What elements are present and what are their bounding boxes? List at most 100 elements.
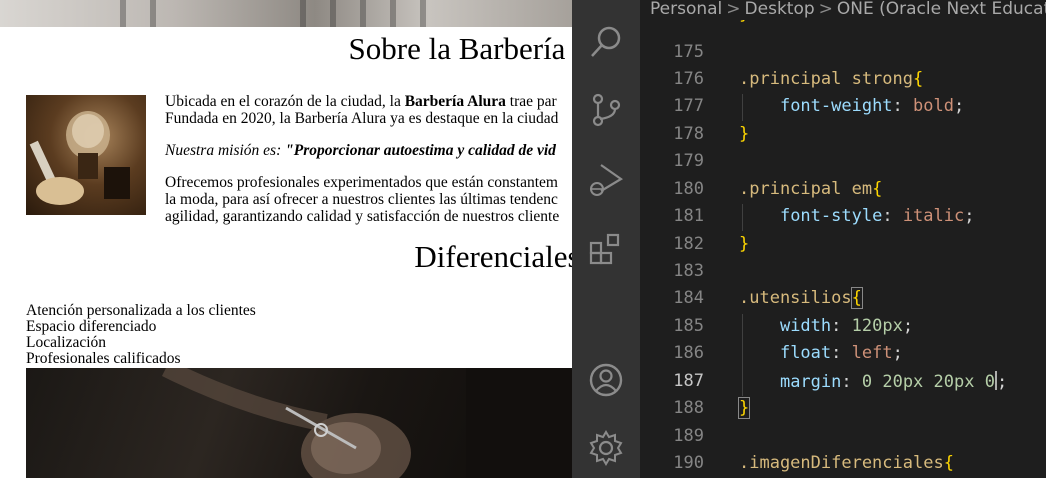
intro-text-cont: trae par — [505, 93, 557, 110]
line-number: 189 — [673, 426, 704, 446]
brand-name: Barbería Alura — [404, 93, 506, 110]
colon: : — [892, 96, 903, 116]
semicolon: ; — [902, 316, 914, 336]
semicolon: ; — [964, 206, 975, 226]
css-value: 120px — [851, 316, 903, 336]
code-line: width: 120px; — [739, 316, 913, 336]
about-text: Ubicada en el corazón de la ciudad, la B… — [165, 93, 572, 240]
semicolon: ; — [954, 96, 965, 116]
colon: : — [841, 372, 852, 392]
css-selector: .principal em — [739, 179, 873, 199]
line-number: 178 — [673, 124, 704, 144]
code-line: .principal strong{ — [739, 69, 923, 89]
account-icon[interactable] — [584, 358, 628, 402]
css-value: bold — [913, 96, 954, 116]
line-number: 176 — [673, 69, 704, 89]
chevron-right-icon: > — [726, 0, 741, 19]
semicolon: ; — [892, 343, 903, 363]
line-number: 185 — [673, 316, 704, 336]
css-property: font-weight — [779, 96, 893, 116]
list-item: Atención personalizada a los clientes — [26, 302, 256, 319]
activity-bar — [572, 0, 640, 478]
colon: : — [831, 316, 842, 336]
colon: : — [831, 343, 842, 363]
line-number: 177 — [673, 96, 704, 116]
line-number: 183 — [673, 261, 704, 281]
list-item: Profesionales calificados — [26, 350, 181, 367]
intro-paragraph: Ubicada en el corazón de la ciudad, la B… — [165, 93, 572, 127]
vscode-window: Personal > Desktop > ONE (Oracle Next Educat… — [572, 0, 1046, 478]
open-brace: { — [943, 453, 954, 473]
services-line-3: agilidad, garantizando calidad y satisfa… — [165, 208, 560, 225]
css-value: left — [851, 343, 893, 363]
section-title-differentials: Diferenciales — [414, 239, 572, 274]
services-line-2: la moda, para así ofrecer a nuestros cli… — [165, 191, 558, 208]
line-number: 175 — [673, 42, 704, 62]
services-paragraph: Ofrecemos profesionales experimentados q… — [165, 174, 572, 225]
line-number: 181 — [673, 206, 704, 226]
code-line: .imagenDiferenciales{ — [739, 453, 954, 473]
code-line: } — [739, 234, 749, 254]
semicolon: ; — [996, 372, 1008, 392]
code-line: font-weight: bold; — [739, 96, 964, 116]
css-property: font-style — [779, 206, 883, 226]
css-property: margin — [779, 372, 842, 392]
css-value: italic — [902, 206, 965, 226]
browser-page: Sobre la Barbería Ubicada en el corazón … — [0, 0, 572, 478]
open-brace: { — [913, 69, 924, 89]
header-banner-image — [0, 0, 572, 27]
close-brace-matched: } — [737, 397, 751, 419]
code-line: .utensilios{ — [739, 287, 863, 309]
line-number: 188 — [673, 398, 704, 418]
run-debug-icon[interactable] — [584, 158, 628, 202]
code-line: float: left; — [739, 343, 903, 363]
line-number: 180 — [673, 179, 704, 199]
code-line: font-style: italic; — [739, 206, 975, 226]
differentials-list: Atención personalizada a los clientes Es… — [26, 303, 256, 367]
mission-paragraph: Nuestra misión es: "Proporcionar autoest… — [165, 142, 572, 159]
css-value: 0 20px 20px — [861, 372, 985, 392]
line-number: 179 — [673, 151, 704, 171]
code-line-active[interactable]: margin: 0 20px 20px 0; — [739, 371, 1007, 392]
source-control-icon[interactable] — [584, 88, 628, 132]
list-item: Espacio diferenciado — [26, 318, 157, 335]
css-selector: .imagenDiferenciales — [739, 453, 944, 473]
breadcrumb-item[interactable]: ONE (Oracle Next Educati — [837, 0, 1046, 19]
css-property: float — [779, 343, 832, 363]
css-selector: .utensilios — [739, 288, 852, 308]
list-item: Localización — [26, 334, 107, 351]
code-line: } — [737, 397, 751, 419]
colon: : — [882, 206, 893, 226]
line-number: 184 — [673, 288, 704, 308]
close-brace: } — [739, 124, 750, 144]
intro-text-line2: Fundada en 2020, la Barbería Alura ya es… — [165, 110, 559, 127]
css-selector: .principal strong — [739, 69, 913, 89]
css-value: 0 — [984, 372, 995, 392]
line-number: 182 — [673, 234, 704, 254]
barber-at-work-image — [26, 368, 572, 478]
intro-text: Ubicada en el corazón de la ciudad, la — [165, 93, 405, 110]
breadcrumb-item[interactable]: Personal — [650, 0, 722, 19]
line-number: 186 — [673, 343, 704, 363]
close-brace: } — [739, 234, 750, 254]
line-number: 190 — [673, 453, 704, 473]
open-brace-matched: { — [850, 287, 863, 309]
breadcrumb: Personal > Desktop > ONE (Oracle Next Educat… — [640, 0, 1046, 20]
close-brace: } — [739, 20, 749, 24]
mission-label: Nuestra misión es: — [165, 142, 282, 159]
breadcrumb-item[interactable]: Desktop — [745, 0, 815, 19]
code-line: } — [739, 20, 749, 24]
settings-gear-icon[interactable] — [584, 426, 628, 470]
code-line: .principal em{ — [739, 179, 882, 199]
open-brace: { — [872, 179, 883, 199]
section-title-about: Sobre la Barbería — [348, 31, 566, 66]
shaving-kit-image — [26, 95, 146, 215]
chevron-right-icon: > — [818, 0, 833, 19]
extensions-icon[interactable] — [584, 228, 628, 272]
line-number-active: 187 — [673, 371, 704, 391]
services-line-1: Ofrecemos profesionales experimentados q… — [165, 174, 558, 191]
search-icon[interactable] — [584, 20, 628, 64]
code-editor[interactable]: 174 175 176 177 178 179 180 181 182 183 … — [640, 20, 1046, 478]
css-property: width — [779, 316, 832, 336]
line-number: 174 — [640, 20, 704, 24]
